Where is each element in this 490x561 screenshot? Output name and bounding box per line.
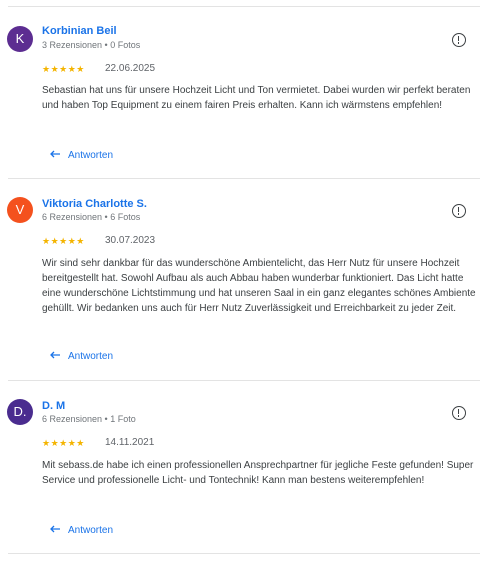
divider	[8, 380, 480, 381]
report-icon[interactable]	[452, 406, 466, 420]
review-text: Sebastian hat uns für unsere Hochzeit Li…	[42, 85, 471, 111]
reply-arrow-icon	[50, 351, 62, 362]
review-date: 14.11.2021	[105, 437, 155, 448]
reply-button[interactable]: Antworten	[50, 150, 113, 161]
reviews-list: K Korbinian Beil 3 Rezensionen • 0 Fotos…	[0, 0, 490, 561]
report-icon[interactable]	[452, 204, 466, 218]
reply-label: Antworten	[68, 525, 114, 536]
divider	[8, 6, 480, 7]
reviewer-name[interactable]: D. M	[42, 400, 65, 412]
report-icon[interactable]	[452, 33, 466, 47]
star-rating: ★★★★★	[42, 64, 85, 74]
reply-button[interactable]: Antworten	[50, 525, 113, 536]
reviewer-meta: 3 Rezensionen • 0 Fotos	[42, 40, 141, 50]
divider	[8, 553, 480, 554]
review-text: Wir sind sehr dankbar für das wunderschö…	[42, 258, 476, 314]
reply-arrow-icon	[50, 525, 62, 536]
review-text: Mit sebass.de habe ich einen professione…	[42, 460, 474, 486]
reply-label: Antworten	[68, 351, 114, 362]
reviewer-name[interactable]: Korbinian Beil	[42, 25, 117, 37]
reviewer-name[interactable]: Viktoria Charlotte S.	[42, 198, 147, 210]
avatar[interactable]: K	[7, 26, 33, 52]
reply-label: Antworten	[68, 150, 114, 161]
review-date: 22.06.2025	[105, 63, 156, 74]
reviewer-meta: 6 Rezensionen • 6 Fotos	[42, 212, 141, 222]
star-rating: ★★★★★	[42, 438, 85, 448]
review-date: 30.07.2023	[105, 235, 156, 246]
avatar[interactable]: D.	[7, 399, 33, 425]
star-rating: ★★★★★	[42, 236, 85, 246]
reply-button[interactable]: Antworten	[50, 351, 113, 362]
divider	[8, 178, 480, 179]
avatar[interactable]: V	[7, 197, 33, 223]
reply-arrow-icon	[50, 150, 62, 161]
reviewer-meta: 6 Rezensionen • 1 Foto	[42, 414, 136, 424]
